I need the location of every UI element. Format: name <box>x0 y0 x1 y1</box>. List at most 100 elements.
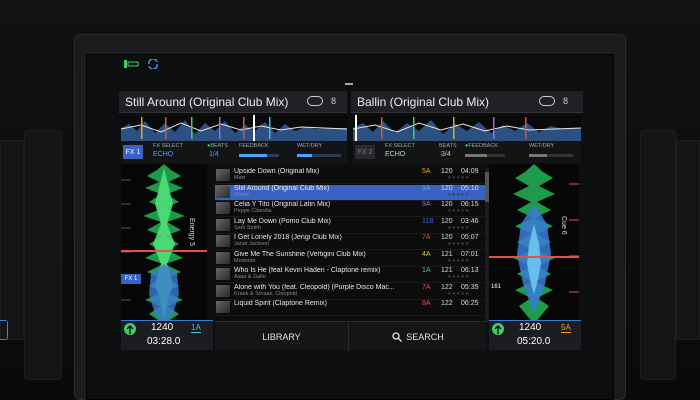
right-deck-title-bar[interactable]: Ballin (Original Club Mix) 8 <box>351 91 583 113</box>
library-button[interactable]: LIBRARY <box>215 321 349 351</box>
right-loop-count: 8 <box>563 96 569 106</box>
track-time: 05:07 <box>461 234 479 241</box>
right-marker-label: 161 <box>491 284 502 290</box>
left-feedback-label: FEEDBACK <box>239 143 269 149</box>
track-key: 8A <box>422 300 431 307</box>
track-time: 06:25 <box>461 300 479 307</box>
track-key: 11B <box>422 217 434 225</box>
album-art <box>216 218 230 231</box>
track-time: 06:13 <box>461 267 479 274</box>
left-key: 1A <box>191 323 201 333</box>
track-row[interactable]: I Get Lonely 2018 (Jengi Club Mix) Janet … <box>215 234 487 250</box>
left-wetdry-meter[interactable] <box>297 154 341 157</box>
top-indicator <box>345 83 353 85</box>
left-sync-icon[interactable] <box>124 323 136 335</box>
track-rating[interactable]: ★★★★★ <box>447 274 469 280</box>
track-time: 05:10 <box>461 184 479 192</box>
left-fx-bar: FX 1 FX SELECT ECHO ●BEATS 1/4 FEEDBACK … <box>121 141 347 163</box>
loop-icon[interactable] <box>307 96 323 106</box>
search-label: SEARCH <box>406 331 444 342</box>
track-rating[interactable]: ★★★★★ <box>447 241 469 247</box>
touch-screen: Still Around (Original Club Mix) 8 Balli… <box>86 54 614 400</box>
search-button[interactable]: SEARCH <box>349 321 487 351</box>
left-beats-value[interactable]: 1/4 <box>209 151 219 158</box>
album-art <box>216 202 230 214</box>
track-row[interactable]: Celia Y Tito (Original Latin Mix) Peppe C… <box>215 201 487 217</box>
left-overview-waveform[interactable] <box>120 115 348 141</box>
track-bpm: 121 <box>441 250 453 258</box>
track-rating[interactable]: ★★★★★ <box>447 258 469 264</box>
track-rating[interactable]: ★★★★★ <box>447 175 469 181</box>
track-row[interactable]: Upside Down (Original Mix) Mart 5A 120 04:09… <box>215 168 487 184</box>
track-title: Give Me The Sunshine (Vertigini Club Mix… <box>234 250 366 258</box>
right-fx-name[interactable]: ECHO <box>385 151 405 158</box>
track-rating[interactable]: ★★★★★ <box>447 208 469 214</box>
track-artist: Kraak & Smaak, Cleopold <box>234 290 297 297</box>
track-key: 1A <box>422 184 431 192</box>
track-artist: Mart <box>234 175 245 181</box>
album-art <box>216 235 230 247</box>
track-artist: Alaia & Gallo <box>234 274 266 280</box>
track-row[interactable]: Still Around (Original Club Mix) Mixtek 1A… <box>215 184 487 201</box>
left-hardware-led <box>0 320 8 340</box>
battery-icon <box>123 56 139 68</box>
track-row[interactable]: Give Me The Sunshine (Vertigini Club Mix… <box>215 251 487 267</box>
left-overview-svg <box>120 115 348 141</box>
track-rating[interactable]: ★★★★★ <box>447 225 469 231</box>
track-row[interactable]: Who Is He (feat Kevin Haden - Claptone r… <box>215 267 487 283</box>
track-time: 06:15 <box>461 201 479 208</box>
sync-icon[interactable] <box>147 56 159 70</box>
track-bpm: 120 <box>441 184 453 192</box>
left-hardware-panel-inner <box>24 130 62 380</box>
right-overview-waveform[interactable] <box>352 115 582 141</box>
right-deck-title: Ballin (Original Club Mix) <box>357 94 490 109</box>
loop-icon[interactable] <box>539 96 555 106</box>
track-key: 5A <box>422 168 431 175</box>
left-hardware-panel <box>0 140 24 340</box>
library-scrollbar[interactable] <box>485 168 489 322</box>
track-rating[interactable]: ★★★★★ <box>447 291 469 297</box>
track-row[interactable]: Lay Me Down (Pomo Club Mix) Sam Smith 11B 1… <box>215 218 487 234</box>
track-key: 9A <box>422 201 431 208</box>
track-time: 04:09 <box>461 168 479 175</box>
left-fx-select-label: FX SELECT <box>153 143 183 149</box>
track-bpm: 120 <box>441 217 453 225</box>
track-bpm: 120 <box>441 201 453 208</box>
right-feedback-label: ●FEEDBACK <box>465 143 498 149</box>
track-title: Who Is He (feat Kevin Haden - Claptone r… <box>234 267 381 274</box>
track-title: Liquid Spirit (Claptone Remix) <box>234 300 327 307</box>
right-cue-label: Cue 6 <box>560 216 567 235</box>
scrollbar-thumb[interactable] <box>485 172 489 202</box>
track-time: 05:35 <box>461 283 479 291</box>
right-feedback-meter[interactable] <box>465 154 505 157</box>
album-art <box>216 284 230 297</box>
right-waveform-svg <box>489 164 579 324</box>
album-art <box>216 301 230 313</box>
track-row[interactable]: Alone with You (feat. Cleopold) (Purple … <box>215 284 487 300</box>
left-fx-tag: FX 1 <box>121 274 141 284</box>
track-row[interactable]: Liquid Spirit (Claptone Remix) 8A 122 06:25 <box>215 300 487 316</box>
left-feedback-meter[interactable] <box>239 154 279 157</box>
right-fx-bar: FX 2 FX SELECT ECHO BEATS 3/4 ●FEEDBACK … <box>353 141 581 163</box>
right-deck-info[interactable]: 1240 5A 05:20.0 <box>489 320 581 350</box>
track-rating[interactable]: ★★★★★ <box>447 192 469 198</box>
library-track-list[interactable]: Upside Down (Original Mix) Mart 5A 120 04:09… <box>215 168 487 322</box>
track-artist: Sam Smith <box>234 224 261 231</box>
left-fx-name[interactable]: ECHO <box>153 151 173 158</box>
right-sync-icon[interactable] <box>492 323 504 335</box>
right-wetdry-meter[interactable] <box>529 154 573 157</box>
album-art <box>216 251 230 264</box>
right-fx-button[interactable]: FX 2 <box>355 145 375 159</box>
right-fx-select-label: FX SELECT <box>385 143 415 149</box>
left-deck-info[interactable]: 1240 1A 03:28.0 <box>121 320 213 350</box>
left-vertical-waveform[interactable]: FX 1 Energy 5 <box>121 164 207 326</box>
left-wetdry-label: WET/DRY <box>297 143 323 149</box>
search-icon <box>392 331 403 342</box>
left-deck-title-bar[interactable]: Still Around (Original Club Mix) 8 <box>119 91 347 113</box>
track-title: Upside Down (Original Mix) <box>234 168 320 175</box>
left-fx-button[interactable]: FX 1 <box>123 145 143 159</box>
right-vertical-waveform[interactable]: 161 Cue 6 <box>489 164 579 326</box>
library-label: LIBRARY <box>262 331 301 342</box>
right-beats-value[interactable]: 3/4 <box>441 151 451 158</box>
track-artist: Janet Jackson <box>234 241 270 247</box>
